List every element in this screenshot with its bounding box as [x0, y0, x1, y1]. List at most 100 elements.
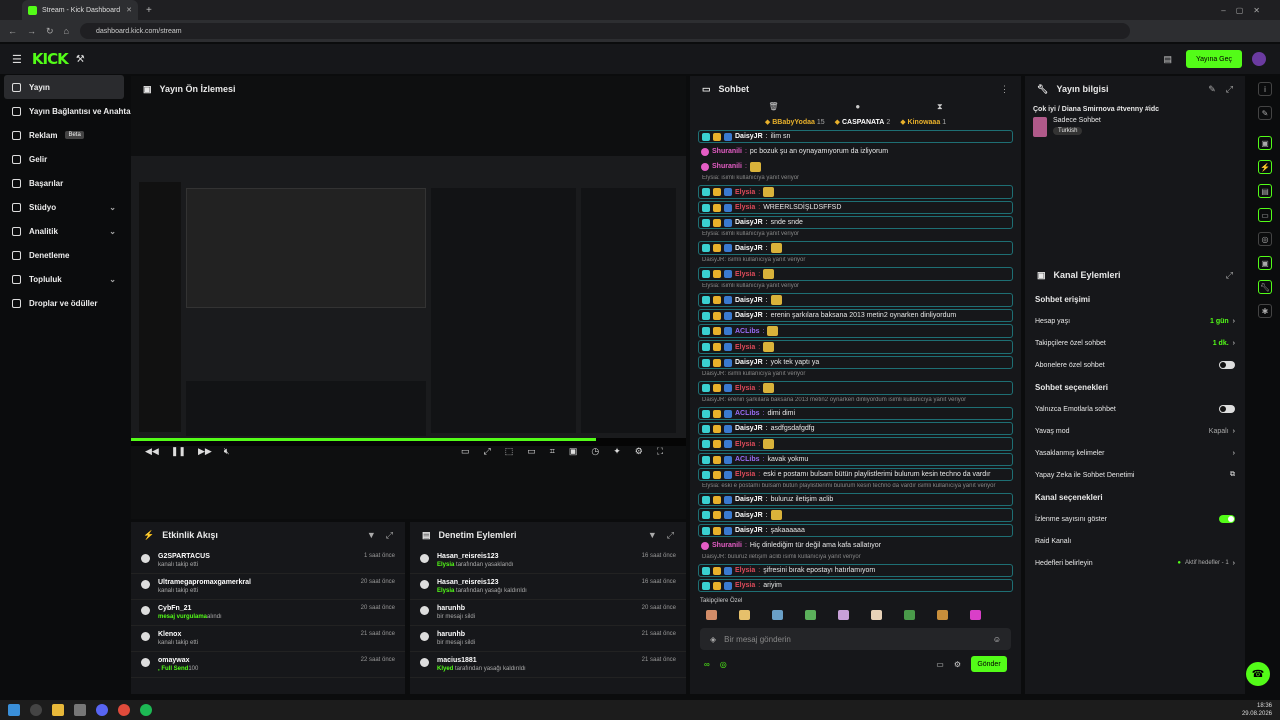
- emote-icon[interactable]: [838, 610, 849, 620]
- chat-message[interactable]: Elysia:: [698, 340, 1013, 354]
- chat-username[interactable]: Elysia: [735, 441, 755, 448]
- emote-icon[interactable]: [871, 610, 882, 620]
- send-button[interactable]: Gönder: [971, 656, 1007, 672]
- channel-setting-row[interactable]: Takipçilere özel sohbet 1 dk. ›: [1025, 332, 1245, 354]
- forward-icon[interactable]: →: [27, 26, 36, 36]
- chat-username[interactable]: DaisyJR: [735, 512, 763, 519]
- address-bar[interactable]: dashboard.kick.com/stream: [80, 23, 1130, 39]
- window-controls[interactable]: –▢✕: [1221, 6, 1270, 15]
- moderation-username[interactable]: harunhb: [437, 631, 475, 638]
- sidebar-item[interactable]: Gelir: [0, 147, 128, 171]
- emote-icon[interactable]: [937, 610, 948, 620]
- chat-message[interactable]: Shuranili: Hiç dinlediğim tür değil ama k…: [698, 539, 1013, 552]
- reload-icon[interactable]: ↻: [46, 26, 54, 37]
- new-tab-icon[interactable]: +: [146, 5, 152, 16]
- setting-control[interactable]: 1 dk. ›: [1213, 340, 1235, 347]
- emote-icon[interactable]: [772, 610, 783, 620]
- chat-username[interactable]: DaisyJR: [735, 359, 763, 366]
- trash-icon[interactable]: 🗑︎: [768, 102, 778, 116]
- chevron-down-icon[interactable]: ⌄: [109, 275, 116, 284]
- emote-icon[interactable]: [739, 610, 750, 620]
- more-icon[interactable]: ⋮: [1000, 84, 1009, 95]
- activity-username[interactable]: G2SPARTACUS: [158, 553, 210, 560]
- chat-username[interactable]: ACLibs: [735, 410, 760, 417]
- chat-message[interactable]: Elysia: ariyim: [698, 579, 1013, 592]
- chat-message[interactable]: DaisyJR: snde snde: [698, 216, 1013, 229]
- setting-control[interactable]: ›: [1233, 450, 1235, 457]
- crop-icon[interactable]: ⌗: [550, 446, 555, 457]
- chat-username[interactable]: Elysia: [735, 471, 755, 478]
- points-icon[interactable]: ∞: [704, 660, 710, 669]
- activity-username[interactable]: CybFn_21: [158, 605, 222, 612]
- plugin-icon[interactable]: ✱: [1258, 304, 1272, 318]
- timer-icon[interactable]: ◷: [591, 446, 599, 457]
- channel-setting-row[interactable]: Abonelere özel sohbet: [1025, 354, 1245, 376]
- chat-username[interactable]: DaisyJR: [735, 527, 763, 534]
- channel-setting-row[interactable]: Hesap yaşı 1 gün ›: [1025, 310, 1245, 332]
- top-gifter[interactable]: ◆ BBabyYodaa 15: [765, 118, 825, 126]
- chat-message[interactable]: DaisyJR: buluruz iletişim aclib: [698, 493, 1013, 506]
- mute-icon[interactable]: 🔇︎: [224, 446, 230, 457]
- setting-control[interactable]: 1 gün ›: [1210, 318, 1235, 325]
- chat-message[interactable]: Elysia:: [698, 185, 1013, 199]
- chat-username[interactable]: DaisyJR: [735, 297, 763, 304]
- sidebar-item[interactable]: Topluluk ⌄: [0, 267, 128, 291]
- setting-control[interactable]: [1219, 361, 1235, 369]
- chrome-icon[interactable]: [118, 704, 130, 716]
- chat-message[interactable]: Shuranili:: [698, 160, 1013, 173]
- kick-logo[interactable]: KICK: [32, 50, 69, 68]
- avatar[interactable]: [1252, 52, 1266, 66]
- discord-icon[interactable]: [96, 704, 108, 716]
- channel-setting-row[interactable]: Yasaklanmış kelimeler ›: [1025, 442, 1245, 464]
- sidebar-item[interactable]: Başarılar: [0, 171, 128, 195]
- toggle-switch[interactable]: [1219, 361, 1235, 369]
- setting-control[interactable]: Kapalı ›: [1209, 428, 1235, 435]
- help-chat-button[interactable]: ☎: [1246, 662, 1270, 686]
- activity-username[interactable]: Klenox: [158, 631, 198, 638]
- setting-control[interactable]: [1219, 405, 1235, 413]
- chat-username[interactable]: DaisyJR: [735, 219, 763, 226]
- moderation-username[interactable]: harunhb: [437, 605, 475, 612]
- chevron-down-icon[interactable]: ⌄: [109, 203, 116, 212]
- search-icon[interactable]: [30, 704, 42, 716]
- hammer-icon[interactable]: ⚒: [76, 54, 85, 65]
- chat-icon[interactable]: ▭: [1258, 208, 1272, 222]
- list-icon[interactable]: ▤: [1258, 184, 1272, 198]
- channel-setting-row[interactable]: Raid Kanalı: [1025, 530, 1245, 552]
- sidebar-item[interactable]: Stüdyo ⌄: [0, 195, 128, 219]
- popout-icon[interactable]: ⤢: [386, 530, 393, 541]
- pen-icon[interactable]: ✎: [1258, 106, 1272, 120]
- chat-message[interactable]: ACLibs: dimi dimi: [698, 407, 1013, 420]
- card-icon[interactable]: ▤: [1163, 54, 1172, 65]
- rewind-icon[interactable]: ◀◀: [145, 446, 159, 457]
- chat-username[interactable]: DaisyJR: [735, 425, 763, 432]
- target-icon[interactable]: ◎: [1258, 232, 1272, 246]
- settings-icon[interactable]: ⚙: [635, 446, 643, 457]
- chat-message[interactable]: ACLibs:: [698, 324, 1013, 338]
- video-player[interactable]: ◀◀ ❚❚ ▶▶ 🔇︎ ▭ ⤢ ⬚ ▭ ⌗ ▣ ◷ ✦ ⚙ ⛶: [131, 156, 686, 456]
- wrench-icon[interactable]: 🔧︎: [1258, 280, 1272, 294]
- channel-setting-row[interactable]: İzlenme sayısını göster: [1025, 508, 1245, 530]
- chat-message[interactable]: Elysia:: [698, 381, 1013, 395]
- sidebar-item[interactable]: Reklam Beta: [0, 123, 128, 147]
- go-live-button[interactable]: Yayına Geç: [1186, 50, 1242, 68]
- chat-username[interactable]: ACLibs: [735, 456, 760, 463]
- emote-icon[interactable]: [805, 610, 816, 620]
- popout-icon[interactable]: ⤢: [667, 530, 674, 541]
- browser-tab[interactable]: Stream - Kick Dashboard ✕: [22, 0, 138, 20]
- explorer-icon[interactable]: [52, 704, 64, 716]
- sidebar-item[interactable]: Droplar ve ödüller: [0, 291, 128, 315]
- chat-message[interactable]: DaisyJR:: [698, 508, 1013, 522]
- resize-icon[interactable]: ⤢: [484, 446, 491, 457]
- forward-icon[interactable]: ▶▶: [198, 446, 212, 457]
- chat-username[interactable]: Shuranili: [712, 163, 742, 170]
- close-tab-icon[interactable]: ✕: [126, 6, 132, 14]
- channel-setting-row[interactable]: Hedefleri belirleyin ● Aktif hedefler - 1 ›: [1025, 552, 1245, 574]
- setting-control[interactable]: ⧉: [1230, 471, 1235, 479]
- chat-username[interactable]: DaisyJR: [735, 496, 763, 503]
- bubble-icon[interactable]: ●: [855, 102, 860, 116]
- chat-username[interactable]: DaisyJR: [735, 133, 763, 140]
- toggle-switch[interactable]: [1219, 405, 1235, 413]
- camera-icon[interactable]: ▭: [461, 446, 470, 457]
- chat-username[interactable]: Elysia: [735, 582, 755, 589]
